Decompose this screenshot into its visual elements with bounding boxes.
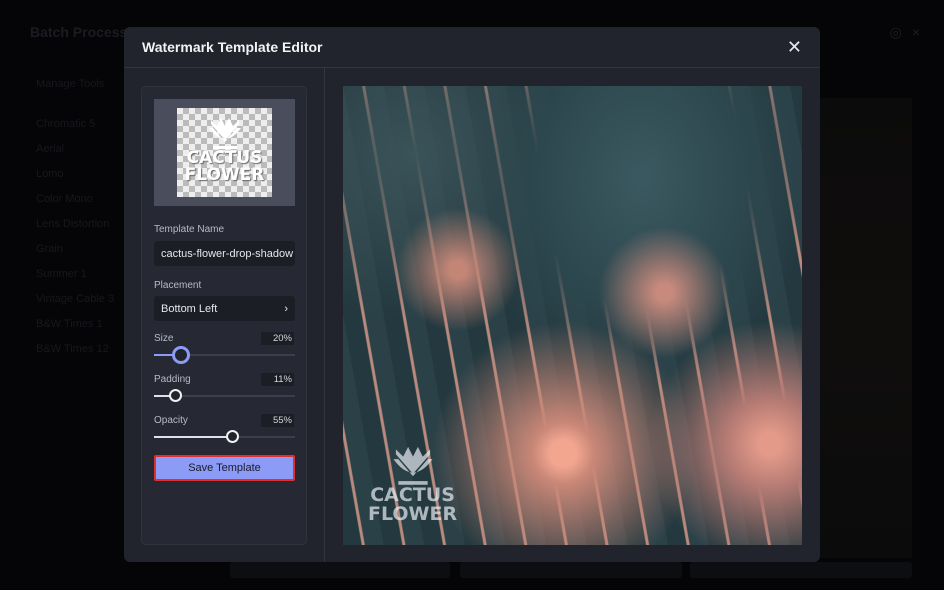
size-label: Size (154, 333, 174, 344)
background-filter-list: Manage Tools Chromatic 5 Aerial Lomo Col… (36, 76, 114, 366)
save-template-button[interactable]: Save Template (154, 455, 295, 481)
settings-card: CACTUS FLOWER Template Name cactus-flowe… (141, 86, 307, 545)
filter-item: Chromatic 5 (36, 118, 96, 130)
padding-slider[interactable] (154, 389, 295, 402)
settings-panel: CACTUS FLOWER Template Name cactus-flowe… (124, 68, 325, 562)
placement-select[interactable]: Bottom Left › (154, 296, 295, 321)
size-slider[interactable] (154, 346, 295, 364)
filter-item: Grain (36, 243, 63, 255)
watermark-editor-modal: Watermark Template Editor ✕ CACTUS FLOWE… (124, 27, 820, 562)
watermark-thumbnail: CACTUS FLOWER (154, 99, 295, 206)
crown-icon (208, 118, 241, 149)
modal-title: Watermark Template Editor (142, 39, 323, 55)
close-icon[interactable]: ✕ (787, 37, 802, 58)
filter-item: Lens Distortion (36, 218, 110, 230)
opacity-knob[interactable] (225, 430, 239, 443)
modal-header: Watermark Template Editor ✕ (124, 27, 820, 68)
watermark-overlay: CACTUS FLOWER (368, 442, 457, 524)
close-icon: × (911, 24, 920, 40)
filter-item: Color Mono (36, 193, 93, 205)
opacity-label: Opacity (154, 415, 188, 426)
filter-item: Lomo (36, 168, 64, 180)
help-icon: ◎ (889, 24, 902, 40)
placement-label: Placement (154, 280, 202, 291)
opacity-fill (154, 436, 232, 438)
opacity-slider[interactable] (154, 430, 295, 443)
logo-line-2: FLOWER (184, 165, 265, 185)
padding-value[interactable]: 11% (261, 373, 294, 386)
padding-label: Padding (154, 374, 191, 385)
crown-icon (393, 446, 433, 485)
background-strip (230, 562, 450, 578)
filter-item: Aerial (36, 143, 65, 155)
background-title: Batch Process (30, 24, 128, 40)
preview-image: CACTUS FLOWER (343, 86, 802, 545)
template-name-label: Template Name (154, 224, 225, 235)
filter-item: Manage Tools (36, 78, 105, 90)
filter-item: Summer 1 (36, 268, 87, 280)
background-strip (460, 562, 682, 578)
chevron-right-icon: › (284, 302, 288, 315)
transparency-checker: CACTUS FLOWER (177, 108, 272, 197)
background-icons: ◎ × (890, 24, 920, 41)
filter-item: B&W Times 1 (36, 318, 103, 330)
opacity-value[interactable]: 55% (261, 414, 294, 427)
size-knob[interactable] (171, 346, 190, 364)
size-value[interactable]: 20% (261, 332, 294, 345)
filter-item: B&W Times 12 (36, 343, 109, 355)
padding-knob[interactable] (169, 389, 183, 402)
watermark-logo: CACTUS FLOWER (177, 114, 272, 184)
placement-value: Bottom Left (161, 302, 218, 315)
background-strip (690, 562, 912, 578)
watermark-line-2: FLOWER (368, 503, 458, 525)
template-name-input[interactable]: cactus-flower-drop-shadow (154, 241, 295, 266)
filter-item: Vintage Cable 3 (36, 293, 115, 305)
background-photo (818, 98, 912, 558)
